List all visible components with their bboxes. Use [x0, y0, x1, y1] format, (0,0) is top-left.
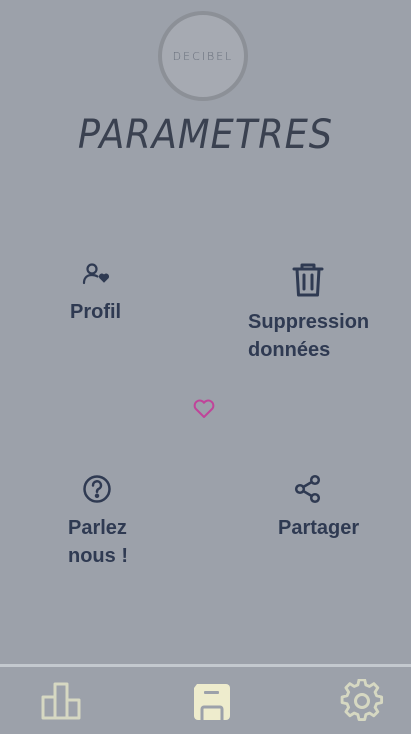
parlez-label: Parlez nous !	[68, 517, 128, 567]
parlez-nous-button[interactable]: Parlez nous !	[68, 474, 178, 570]
suppression-donnees-button[interactable]: Suppression données	[248, 262, 398, 364]
page-title: PARAMETRES	[77, 112, 334, 158]
stats-tab[interactable]	[40, 681, 84, 726]
share-icon	[293, 474, 323, 512]
logo-text: DECIBEL	[172, 49, 234, 63]
bar-chart-icon	[41, 682, 81, 720]
partager-button[interactable]: Partager	[278, 474, 398, 542]
settings-tab[interactable]	[340, 678, 384, 728]
heart-icon	[192, 398, 216, 425]
floppy-disk-icon	[194, 684, 230, 720]
gear-icon	[340, 678, 384, 721]
profil-label: Profil	[70, 301, 122, 323]
suppression-label: Suppression données	[248, 311, 370, 361]
profil-button[interactable]: Profil	[70, 262, 170, 326]
trash-icon	[291, 262, 325, 306]
question-circle-icon	[82, 474, 112, 512]
save-tab[interactable]	[192, 683, 232, 726]
user-heart-icon	[82, 262, 112, 294]
app-logo: DECIBEL	[158, 11, 248, 101]
partager-label: Partager	[278, 517, 360, 539]
bottom-tab-bar	[0, 664, 411, 734]
